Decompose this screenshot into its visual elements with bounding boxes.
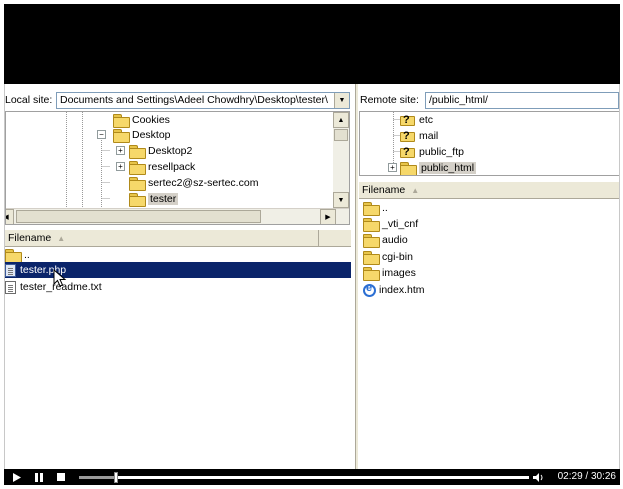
local-filename-column-header[interactable]: Filename ▲ (5, 230, 319, 246)
folder-icon (363, 251, 380, 265)
folder-icon (113, 114, 130, 128)
collapse-icon[interactable]: − (97, 130, 106, 139)
tree-node-cookies[interactable]: Cookies (113, 112, 170, 128)
php-file-icon (5, 263, 16, 277)
remote-file-list: .. _vti_cnf audio cgi-bin images index.h… (359, 200, 619, 469)
expand-icon[interactable]: + (116, 162, 125, 171)
unknown-folder-icon: ? (400, 130, 416, 143)
video-player-controls: 02:29 / 30:26 (4, 469, 620, 485)
expand-icon[interactable]: + (116, 146, 125, 155)
remote-list-header: Filename ▲ (359, 182, 619, 199)
internet-explorer-icon (363, 282, 376, 297)
expand-icon[interactable]: + (388, 163, 397, 172)
tree-node-label: etc (419, 114, 434, 126)
file-name: .. (24, 249, 30, 261)
tree-node-etc[interactable]: ? etc (400, 112, 433, 128)
local-site-path-combo[interactable]: Documents and Settings\Adeel Chowdhry\De… (56, 92, 350, 109)
seek-handle[interactable] (113, 472, 118, 483)
list-item[interactable]: _vti_cnf (363, 216, 418, 232)
tree-node-label: mail (419, 130, 439, 142)
tree-node-sertec[interactable]: sertec2@sz-sertec.com (129, 175, 258, 191)
tree-node-label: public_ftp (419, 146, 464, 158)
scroll-down-icon[interactable]: ▼ (333, 192, 349, 208)
video-top-letterbox (4, 4, 620, 84)
pause-icon[interactable] (32, 469, 46, 485)
text-file-icon (5, 280, 16, 294)
folder-icon (363, 218, 380, 232)
tree-node-desktop[interactable]: Desktop (113, 127, 171, 143)
folder-icon (113, 129, 130, 143)
column-header-label: Filename (362, 184, 406, 196)
scroll-up-icon[interactable]: ▲ (333, 112, 349, 128)
folder-icon (129, 161, 146, 175)
local-site-path-value: Documents and Settings\Adeel Chowdhry\De… (60, 94, 328, 106)
local-tree-vscrollbar[interactable]: ▲ ▼ (333, 112, 349, 208)
tree-node-label: sertec2@sz-sertec.com (148, 177, 259, 189)
tree-node-label: Desktop (132, 129, 171, 141)
unknown-folder-icon: ? (400, 146, 416, 159)
folder-icon (129, 177, 146, 191)
tree-node-label: public_html (419, 162, 477, 174)
list-item[interactable]: .. (363, 200, 388, 216)
tree-node-public-html[interactable]: public_html (400, 160, 477, 175)
file-name: cgi-bin (382, 251, 413, 263)
file-name: index.htm (379, 284, 425, 296)
tree-node-mail[interactable]: ? mail (400, 128, 438, 144)
scroll-thumb[interactable] (16, 210, 261, 223)
folder-icon (400, 162, 417, 175)
unknown-folder-icon: ? (400, 114, 416, 127)
local-site-label: Local site: (5, 94, 53, 106)
tree-node-label: resellpack (148, 161, 196, 173)
remote-filename-column-header[interactable]: Filename ▲ (359, 182, 619, 198)
list-item[interactable]: audio (363, 232, 408, 248)
folder-icon (129, 145, 146, 159)
sort-ascending-icon: ▲ (411, 186, 420, 195)
tree-node-desktop2[interactable]: Desktop2 (129, 143, 192, 159)
tree-node-public-ftp[interactable]: ? public_ftp (400, 144, 464, 160)
list-item[interactable]: index.htm (363, 282, 425, 298)
play-icon[interactable] (10, 469, 24, 485)
file-name: _vti_cnf (382, 218, 419, 230)
file-name: .. (382, 202, 388, 214)
folder-icon (363, 234, 380, 248)
local-tree-hscrollbar[interactable]: ◀ ▶ (6, 208, 349, 224)
file-name: audio (382, 234, 408, 246)
remote-folder-tree: ? etc ? mail ? public_ftp + public_html (359, 111, 619, 176)
folder-icon (363, 267, 380, 281)
scroll-right-icon[interactable]: ▶ (320, 209, 336, 224)
seek-bar[interactable] (79, 472, 529, 483)
local-file-list: .. tester.php tester_readme.txt (5, 247, 351, 469)
time-display: 02:29 / 30:26 (557, 471, 616, 482)
list-item[interactable]: .. (5, 247, 351, 263)
column-header-label: Filename (8, 232, 52, 244)
ftp-client-window: Local site: Documents and Settings\Adeel… (4, 84, 620, 469)
local-list-header: Filename ▲ (5, 230, 351, 247)
tree-node-label: Desktop2 (148, 145, 193, 157)
remote-site-label: Remote site: (360, 94, 419, 106)
file-name: images (382, 267, 416, 279)
stop-icon[interactable] (54, 469, 68, 485)
local-folder-tree: Cookies − Desktop + Desktop2 + resellpac… (5, 111, 350, 225)
remote-site-path-combo[interactable]: /public_html/ (425, 92, 619, 109)
tree-node-label: Cookies (132, 114, 170, 126)
chevron-down-icon[interactable]: ▼ (334, 93, 349, 108)
tree-node-resellpack[interactable]: resellpack (129, 159, 195, 175)
folder-icon (363, 202, 380, 216)
folder-icon (5, 249, 22, 263)
list-item[interactable]: images (363, 265, 416, 281)
mouse-cursor-icon (53, 269, 67, 287)
scroll-left-icon[interactable]: ◀ (6, 209, 14, 224)
tree-node-tester[interactable]: tester (129, 191, 179, 207)
volume-icon[interactable] (532, 469, 544, 485)
seek-progress (79, 476, 116, 479)
scroll-thumb[interactable] (334, 129, 348, 141)
folder-icon (129, 193, 146, 207)
remote-site-path-value: /public_html/ (429, 94, 488, 106)
sort-ascending-icon: ▲ (57, 234, 66, 243)
tree-node-label: tester (148, 193, 179, 205)
list-item[interactable]: cgi-bin (363, 249, 413, 265)
